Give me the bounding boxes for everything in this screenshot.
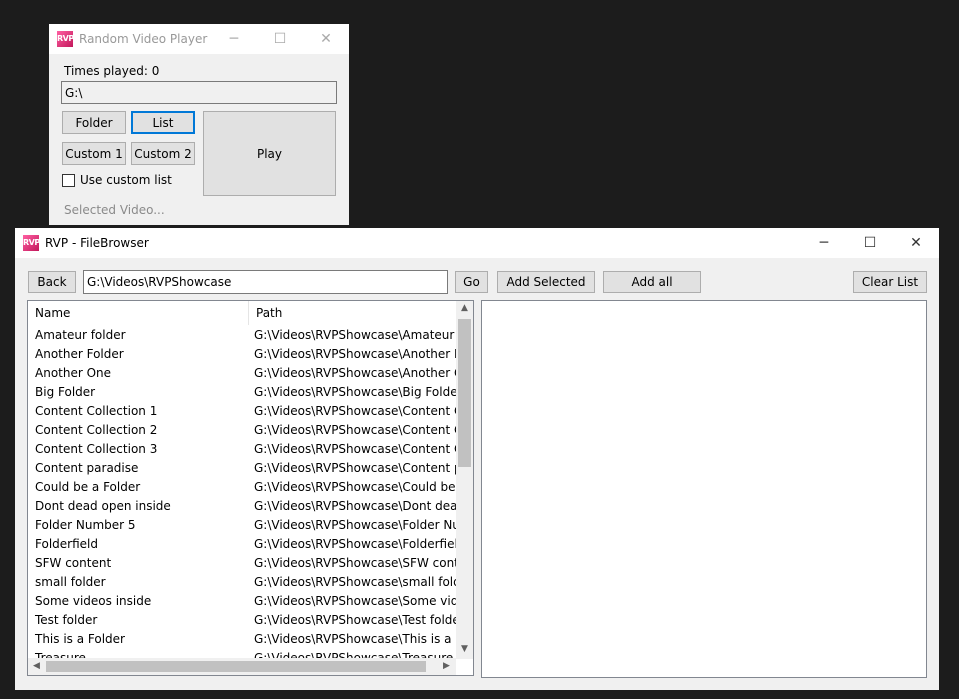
clear-list-button[interactable]: Clear List	[853, 271, 927, 293]
player-window-title: Random Video Player	[79, 32, 208, 46]
column-header-name[interactable]: Name	[28, 301, 248, 325]
custom-2-button[interactable]: Custom 2	[131, 142, 195, 165]
maximize-icon[interactable]: ☐	[257, 24, 303, 54]
table-row[interactable]: Big Folder G:\Videos\RVPShowcase\Big Fold…	[28, 382, 458, 401]
folder-name-cell: Could be a Folder	[35, 479, 141, 494]
table-row[interactable]: Some videos inside G:\Videos\RVPShowcase\…	[28, 591, 458, 610]
folder-path-cell: G:\Videos\RVPShowcase\Amateur folder	[254, 327, 458, 342]
app-icon: RVP	[23, 235, 40, 251]
folder-list-view[interactable]: Name Path Amateur folder G:\Videos\RVPSho…	[27, 300, 474, 676]
folder-name-cell: Another One	[35, 365, 112, 380]
folder-path-cell: G:\Videos\RVPShowcase\Another Folder	[254, 346, 458, 361]
use-custom-list-checkbox[interactable]	[62, 174, 75, 187]
table-row[interactable]: This is a Folder G:\Videos\RVPShowcase\Th…	[28, 629, 458, 648]
folder-name-cell: Content Collection 3	[35, 441, 158, 456]
folder-name-cell: Big Folder	[35, 384, 96, 399]
table-row[interactable]: Folderfield G:\Videos\RVPShowcase\Folderf…	[28, 534, 458, 553]
table-row[interactable]: Could be a Folder G:\Videos\RVPShowcase\C…	[28, 477, 458, 496]
folder-path-cell: G:\Videos\RVPShowcase\Folder Number 5	[254, 517, 458, 532]
random-video-player-window: RVP Random Video Player ─ ☐ ✕ Times play…	[49, 24, 349, 225]
table-row[interactable]: Content Collection 1 G:\Videos\RVPShowcas…	[28, 401, 458, 420]
folder-path-cell: G:\Videos\RVPShowcase\Test folder	[254, 612, 458, 627]
folder-name-cell: SFW content	[35, 555, 112, 570]
vertical-scroll-thumb[interactable]	[458, 319, 471, 467]
file-browser-window: RVP RVP - FileBrowser ─ ☐ ✕ Back G:\Vide…	[15, 228, 939, 690]
scroll-up-icon[interactable]: ▲	[456, 303, 473, 313]
player-path-field[interactable]: G:\	[61, 81, 337, 104]
add-all-button[interactable]: Add all	[603, 271, 701, 293]
table-row[interactable]: Another One G:\Videos\RVPShowcase\Another…	[28, 363, 458, 382]
folder-path-cell: G:\Videos\RVPShowcase\Content Collection…	[254, 403, 458, 418]
folder-path-cell: G:\Videos\RVPShowcase\Another One	[254, 365, 458, 380]
folder-path-cell: G:\Videos\RVPShowcase\Content Collection…	[254, 422, 458, 437]
scroll-left-icon[interactable]: ◀	[28, 661, 45, 671]
use-custom-list-label[interactable]: Use custom list	[80, 173, 172, 187]
folder-path-cell: G:\Videos\RVPShowcase\small folder	[254, 574, 458, 589]
folder-path-cell: G:\Videos\RVPShowcase\SFW content	[254, 555, 458, 570]
folder-name-cell: Folderfield	[35, 536, 98, 551]
folder-list-rows: Amateur folder G:\Videos\RVPShowcase\Amat…	[28, 325, 458, 660]
minimize-icon[interactable]: ─	[211, 24, 257, 54]
table-row[interactable]: Test folder G:\Videos\RVPShowcase\Test fo…	[28, 610, 458, 629]
horizontal-scrollbar[interactable]: ◀ ▶	[28, 658, 456, 675]
folder-name-cell: Dont dead open inside	[35, 498, 171, 513]
table-row[interactable]: Folder Number 5 G:\Videos\RVPShowcase\Fol…	[28, 515, 458, 534]
minimize-icon[interactable]: ─	[801, 228, 847, 258]
table-row[interactable]: Content Collection 3 G:\Videos\RVPShowcas…	[28, 439, 458, 458]
folder-button[interactable]: Folder	[62, 111, 126, 134]
browser-window-title: RVP - FileBrowser	[45, 236, 149, 250]
folder-path-cell: G:\Videos\RVPShowcase\Folderfield	[254, 536, 458, 551]
folder-name-cell: Amateur folder	[35, 327, 126, 342]
table-row[interactable]: small folder G:\Videos\RVPShowcase\small …	[28, 572, 458, 591]
custom-list-panel[interactable]	[481, 300, 927, 678]
folder-path-cell: G:\Videos\RVPShowcase\Content Collection…	[254, 441, 458, 456]
vertical-scrollbar[interactable]: ▲ ▼	[456, 301, 473, 659]
browser-path-input[interactable]: G:\Videos\RVPShowcase	[83, 270, 448, 294]
scroll-right-icon[interactable]: ▶	[438, 661, 455, 671]
table-row[interactable]: Dont dead open inside G:\Videos\RVPShowca…	[28, 496, 458, 515]
app-icon: RVP	[57, 31, 74, 47]
custom-1-button[interactable]: Custom 1	[62, 142, 126, 165]
player-titlebar[interactable]: RVP Random Video Player ─ ☐ ✕	[49, 24, 349, 54]
times-played-label: Times played: 0	[64, 64, 160, 78]
folder-path-cell: G:\Videos\RVPShowcase\Dont dead open ins…	[254, 498, 458, 513]
close-icon[interactable]: ✕	[893, 228, 939, 258]
folder-path-cell: G:\Videos\RVPShowcase\This is a Folder	[254, 631, 458, 646]
table-row[interactable]: SFW content G:\Videos\RVPShowcase\SFW con…	[28, 553, 458, 572]
folder-name-cell: Another Folder	[35, 346, 124, 361]
folder-path-cell: G:\Videos\RVPShowcase\Some videos inside	[254, 593, 458, 608]
folder-name-cell: Content Collection 2	[35, 422, 158, 437]
folder-name-cell: small folder	[35, 574, 106, 589]
folder-name-cell: Content Collection 1	[35, 403, 158, 418]
table-row[interactable]: Another Folder G:\Videos\RVPShowcase\Anot…	[28, 344, 458, 363]
horizontal-scroll-thumb[interactable]	[46, 661, 426, 672]
close-icon[interactable]: ✕	[303, 24, 349, 54]
column-header-path[interactable]: Path	[249, 301, 459, 325]
folder-path-cell: G:\Videos\RVPShowcase\Big Folder	[254, 384, 458, 399]
table-row[interactable]: Amateur folder G:\Videos\RVPShowcase\Amat…	[28, 325, 458, 344]
maximize-icon[interactable]: ☐	[847, 228, 893, 258]
folder-path-cell: G:\Videos\RVPShowcase\Could be a Folder	[254, 479, 458, 494]
folder-name-cell: Test folder	[35, 612, 98, 627]
folder-name-cell: This is a Folder	[35, 631, 125, 646]
scroll-down-icon[interactable]: ▼	[456, 644, 473, 654]
folder-name-cell: Content paradise	[35, 460, 139, 475]
table-row[interactable]: Content Collection 2 G:\Videos\RVPShowcas…	[28, 420, 458, 439]
list-button[interactable]: List	[131, 111, 195, 134]
table-row[interactable]: Content paradise G:\Videos\RVPShowcase\Co…	[28, 458, 458, 477]
selected-video-label: Selected Video...	[64, 203, 165, 217]
folder-name-cell: Some videos inside	[35, 593, 152, 608]
go-button[interactable]: Go	[455, 271, 488, 293]
back-button[interactable]: Back	[28, 271, 76, 293]
folder-path-cell: G:\Videos\RVPShowcase\Content paradise	[254, 460, 458, 475]
play-button[interactable]: Play	[203, 111, 336, 196]
folder-name-cell: Folder Number 5	[35, 517, 136, 532]
add-selected-button[interactable]: Add Selected	[497, 271, 595, 293]
browser-titlebar[interactable]: RVP RVP - FileBrowser ─ ☐ ✕	[15, 228, 939, 258]
